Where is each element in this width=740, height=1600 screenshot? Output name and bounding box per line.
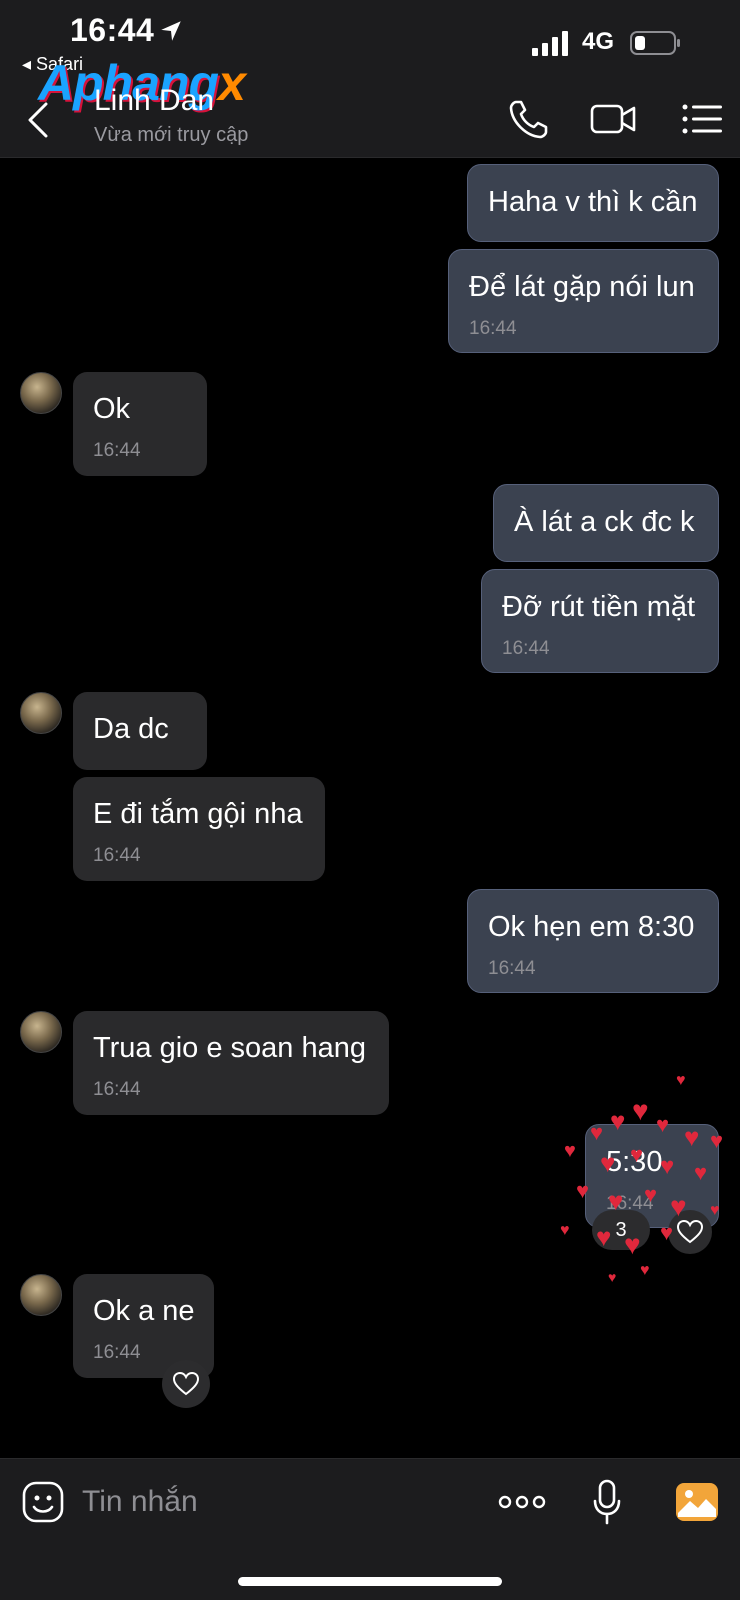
message-bubble-sent[interactable]: À lát a ck đc k xyxy=(493,484,719,562)
heart-icon xyxy=(173,1372,199,1396)
avatar[interactable] xyxy=(20,1274,62,1316)
avatar[interactable] xyxy=(20,692,62,734)
heart-react-button[interactable] xyxy=(162,1360,210,1408)
network-type: 4G xyxy=(582,28,615,55)
message-time: 16:44 xyxy=(502,638,550,659)
reaction-count-badge[interactable]: 3 xyxy=(592,1210,650,1250)
message-bubble-sent[interactable]: Haha v thì k cần xyxy=(467,164,719,242)
message-text: Ok xyxy=(93,393,131,425)
more-icon[interactable] xyxy=(498,1491,546,1513)
message-bubble-sent[interactable]: Đỡ rút tiền mặt 16:44 xyxy=(481,569,719,673)
message-bubble-received[interactable]: E đi tắm gội nha 16:44 xyxy=(73,777,325,881)
contact-status: Vừa mới truy cập xyxy=(94,124,249,146)
message-bubble-received[interactable]: Ok 16:44 xyxy=(73,372,207,476)
message-input[interactable] xyxy=(82,1477,462,1527)
message-time: 16:44 xyxy=(93,1079,141,1100)
avatar[interactable] xyxy=(20,1011,62,1053)
top-bar: 16:44 ◂ Safari 4G Aphangx Linh Dan Vừa m… xyxy=(0,0,740,158)
avatar[interactable] xyxy=(20,372,62,414)
message-bubble-received[interactable]: Trua gio e soan hang 16:44 xyxy=(73,1011,389,1115)
message-text: Ok a ne xyxy=(93,1295,195,1327)
message-time: 16:44 xyxy=(93,440,141,461)
battery-icon xyxy=(630,31,680,55)
watermark-x: x xyxy=(218,55,246,111)
mic-icon[interactable] xyxy=(592,1479,622,1525)
heart-icon xyxy=(677,1220,703,1244)
message-text: À lát a ck đc k xyxy=(514,506,695,538)
message-text: Ok hẹn em 8:30 xyxy=(488,911,695,943)
location-arrow-icon xyxy=(161,21,181,41)
video-icon[interactable] xyxy=(590,96,636,142)
emoji-icon[interactable] xyxy=(22,1481,64,1523)
message-text: Trua gio e soan hang xyxy=(93,1032,367,1064)
back-chevron-icon[interactable] xyxy=(24,100,54,140)
phone-icon[interactable] xyxy=(506,96,552,142)
message-text: Haha v thì k cần xyxy=(488,186,698,218)
heart-react-button[interactable] xyxy=(668,1210,712,1254)
contact-name[interactable]: Linh Dan xyxy=(94,84,214,118)
message-time: 16:44 xyxy=(93,845,141,866)
home-indicator xyxy=(238,1577,502,1586)
message-text: Da dc xyxy=(93,713,169,745)
message-text: 5:30 xyxy=(606,1146,663,1178)
status-time: 16:44 xyxy=(70,12,155,48)
message-text: Đỡ rút tiền mặt xyxy=(502,591,696,623)
message-text: E đi tắm gội nha xyxy=(93,798,303,830)
signal-icon xyxy=(532,31,568,56)
message-text: Để lát gặp nói lun xyxy=(469,271,695,303)
message-time: 16:44 xyxy=(469,318,517,339)
reaction-count: 3 xyxy=(615,1218,627,1241)
menu-icon[interactable] xyxy=(680,96,726,142)
image-icon[interactable] xyxy=(676,1481,718,1523)
message-bubble-sent[interactable]: Ok hẹn em 8:30 16:44 xyxy=(467,889,719,993)
message-bubble-sent[interactable]: Để lát gặp nói lun 16:44 xyxy=(448,249,719,353)
message-bubble-received[interactable]: Da dc xyxy=(73,692,207,770)
message-time: 16:44 xyxy=(488,958,536,979)
